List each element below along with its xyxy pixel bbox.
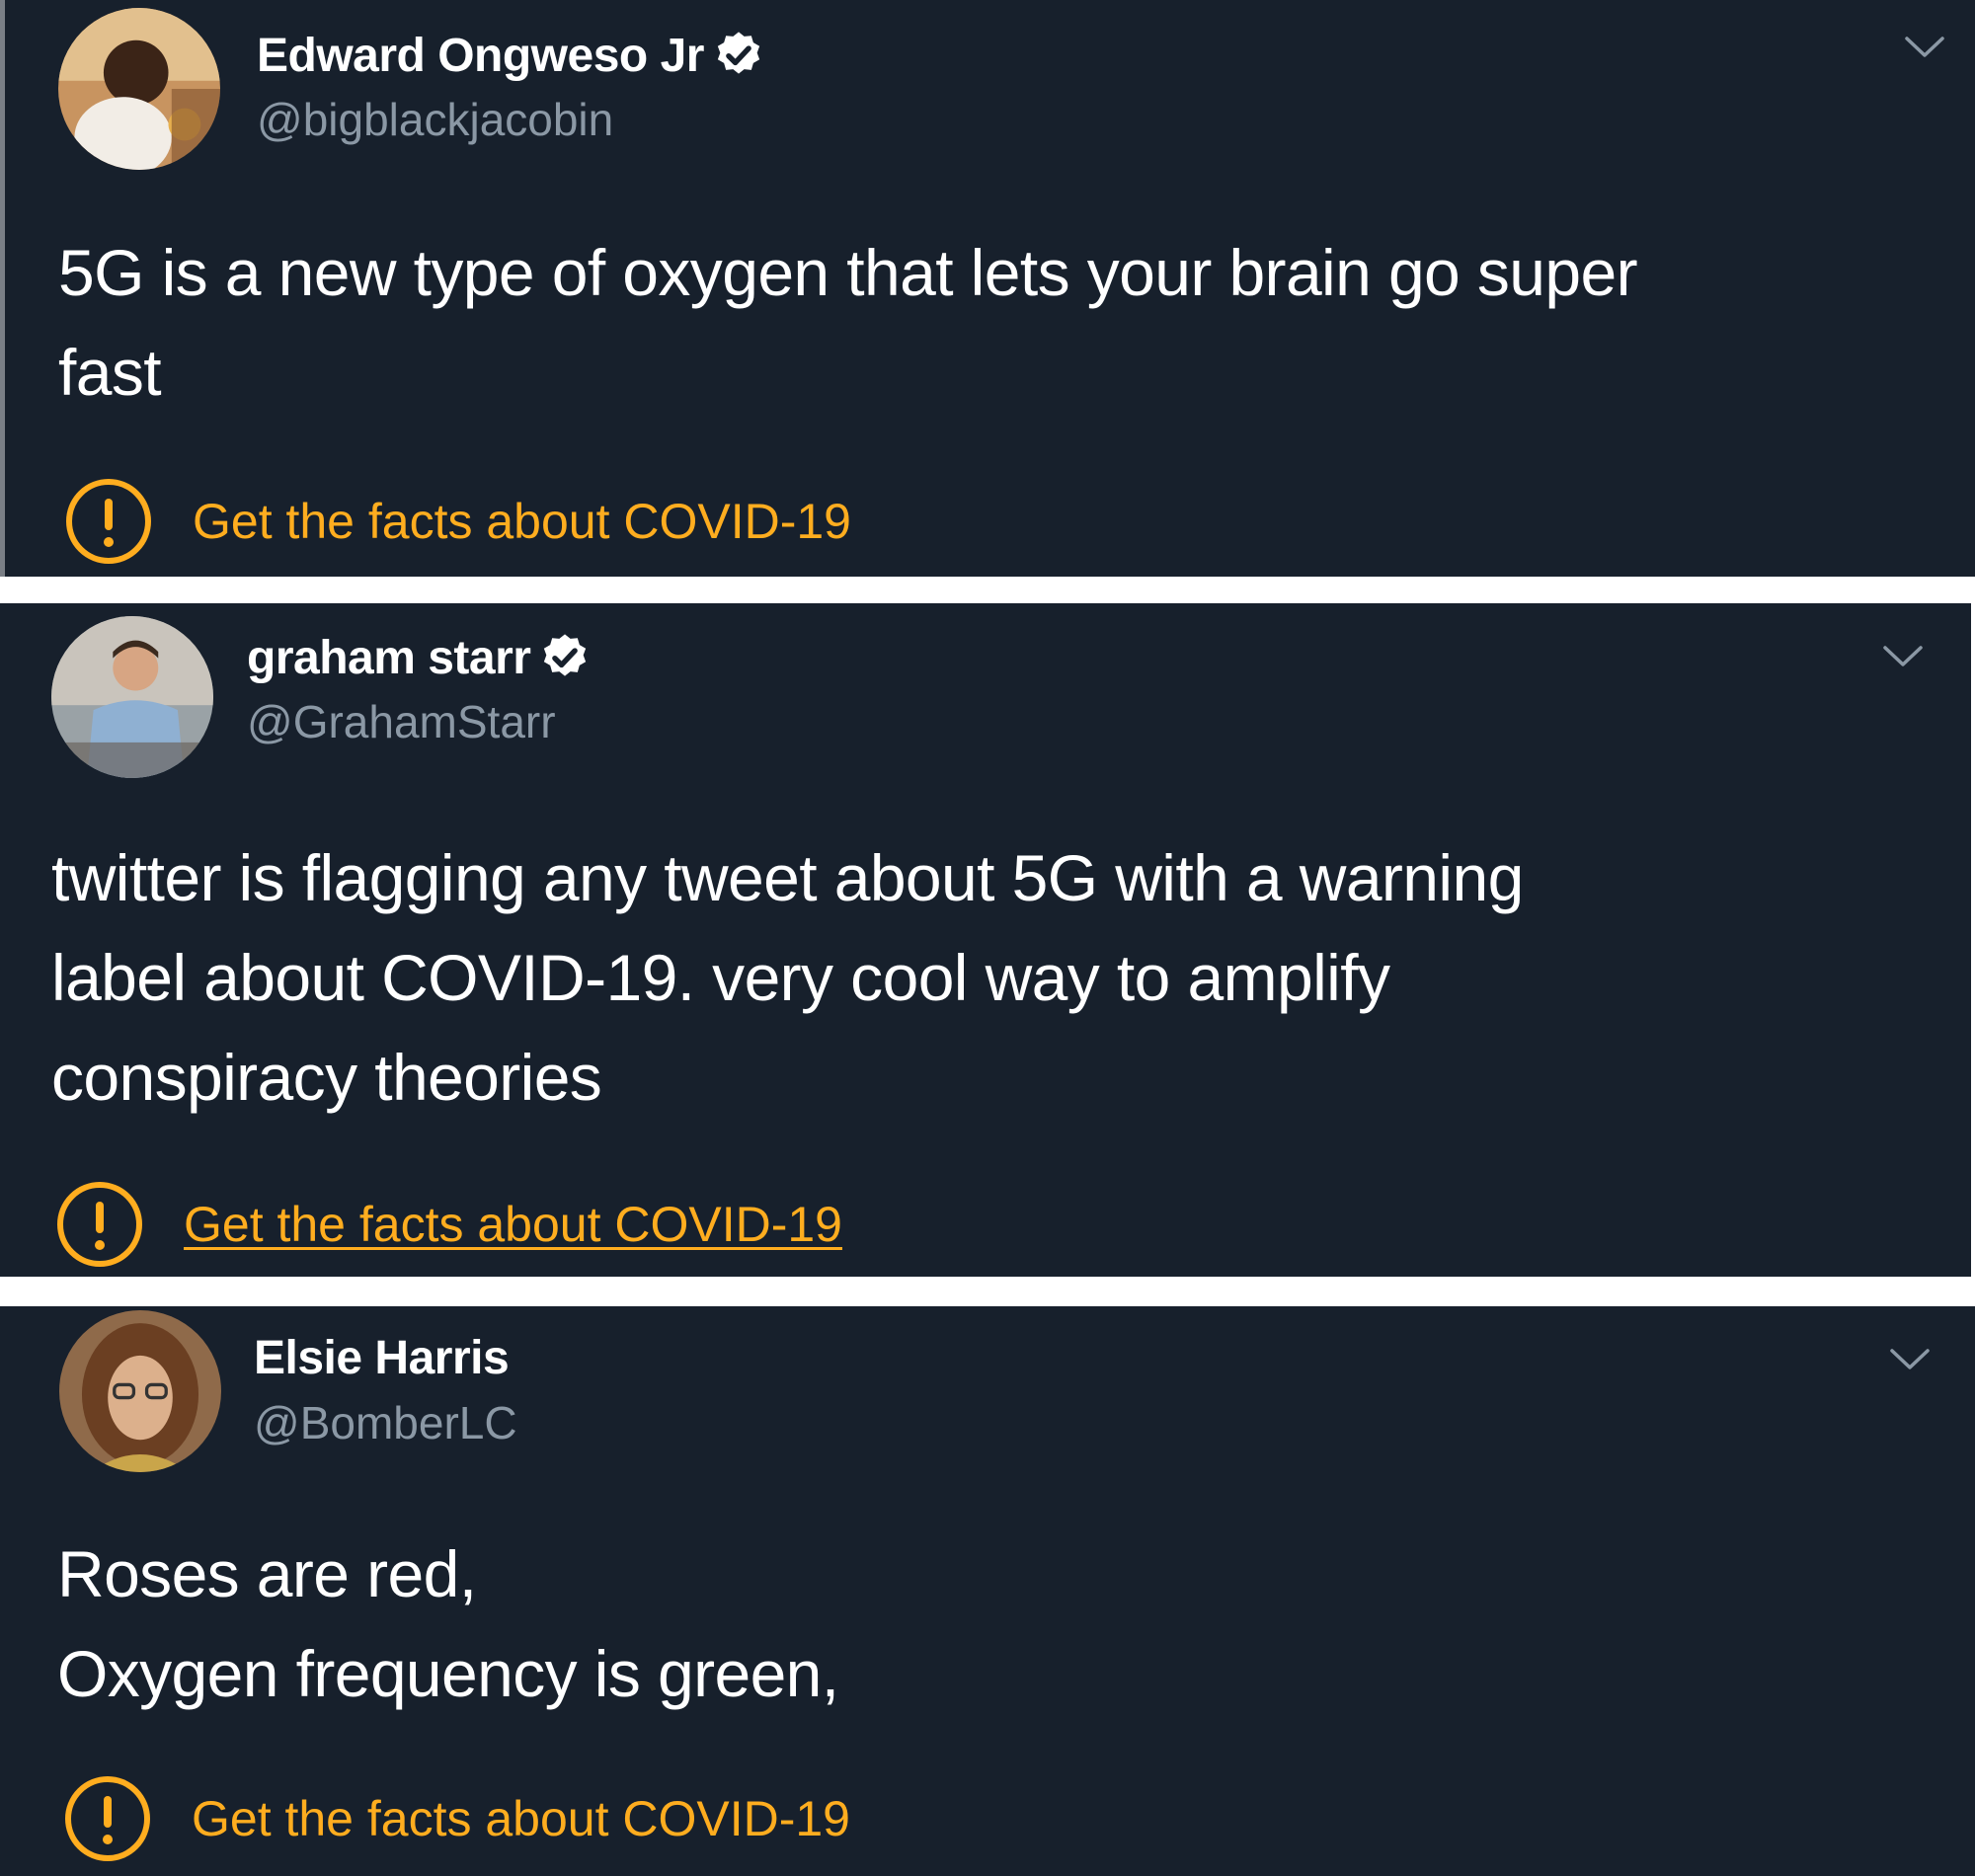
covid-facts-link[interactable]: Get the facts about COVID-19 [193, 493, 851, 550]
author-row: graham starr [247, 628, 592, 687]
tweet-text: Roses are red, Oxygen frequency is green… [57, 1537, 839, 1710]
author-row: Elsie Harris [254, 1328, 510, 1387]
tweet-card[interactable]: Elsie Harris @BomberLC Roses are red, Ox… [0, 1306, 1975, 1876]
covid-notice[interactable]: Get the facts about COVID-19 [55, 1177, 842, 1272]
woman-photo-avatar-image [59, 1310, 221, 1472]
chevron-down-icon[interactable] [1881, 643, 1925, 670]
display-name[interactable]: graham starr [247, 631, 531, 685]
chevron-down-icon[interactable] [1888, 1346, 1932, 1373]
child-photo-avatar-image [58, 8, 220, 170]
avatar[interactable] [59, 1310, 221, 1472]
avatar[interactable] [51, 616, 213, 778]
display-name[interactable]: Edward Ongweso Jr [257, 29, 704, 83]
covid-notice[interactable]: Get the facts about COVID-19 [63, 1771, 850, 1866]
exclamation-circle-icon [63, 1774, 152, 1863]
covid-notice[interactable]: Get the facts about COVID-19 [64, 474, 851, 569]
user-handle[interactable]: @BomberLC [254, 1396, 517, 1449]
covid-facts-link[interactable]: Get the facts about COVID-19 [184, 1196, 842, 1253]
author-row: Edward Ongweso Jr [257, 26, 765, 85]
man-photo-avatar-image [51, 616, 213, 778]
tweet-text: twitter is flagging any tweet about 5G w… [51, 841, 1524, 1114]
exclamation-circle-icon [55, 1180, 144, 1269]
user-handle[interactable]: @bigblackjacobin [257, 93, 613, 146]
tweet-card[interactable]: graham starr @GrahamStarr twitter is fla… [0, 603, 1971, 1277]
user-handle[interactable]: @GrahamStarr [247, 695, 556, 748]
tweet-card[interactable]: Edward Ongweso Jr @bigblackjacobin 5G is… [0, 0, 1975, 577]
tweet-text: 5G is a new type of oxygen that lets you… [58, 236, 1638, 409]
covid-facts-link[interactable]: Get the facts about COVID-19 [192, 1790, 850, 1847]
avatar[interactable] [58, 8, 220, 170]
chevron-down-icon[interactable] [1903, 34, 1946, 61]
display-name[interactable]: Elsie Harris [254, 1331, 510, 1385]
exclamation-circle-icon [64, 477, 153, 566]
verified-badge-icon [538, 631, 592, 684]
verified-badge-icon [712, 29, 765, 82]
